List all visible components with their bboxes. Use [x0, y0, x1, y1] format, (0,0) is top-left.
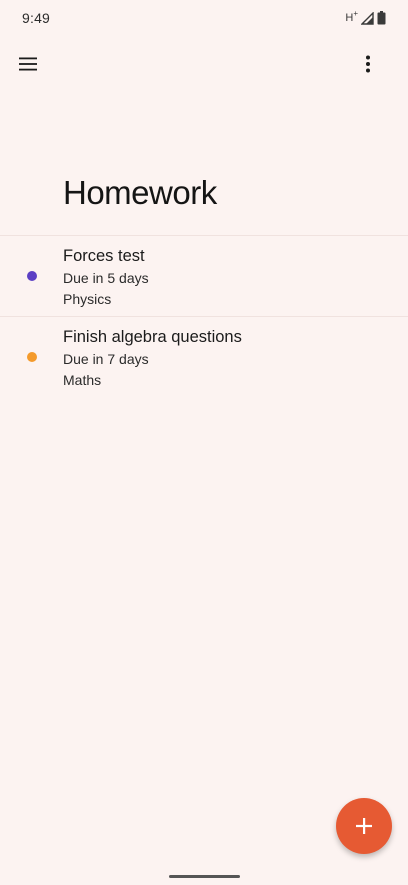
menu-button[interactable] [10, 46, 46, 82]
status-icons: H+ [345, 10, 386, 26]
task-title: Forces test [63, 247, 145, 265]
add-icon [356, 818, 372, 834]
more-options-button[interactable] [350, 46, 386, 82]
signal-icon [361, 11, 374, 25]
task-due: Due in 5 days [63, 270, 149, 286]
app-bar [0, 40, 408, 88]
task-item-finish-algebra-questions[interactable]: Finish algebra questions Due in 7 days M… [0, 317, 408, 397]
battery-icon [377, 11, 386, 25]
more-vert-icon [366, 55, 370, 73]
task-color-dot [27, 271, 37, 281]
hamburger-menu-icon [19, 57, 37, 71]
task-color-dot [27, 352, 37, 362]
gesture-navigation-bar[interactable] [169, 875, 240, 878]
task-subject: Physics [63, 291, 112, 307]
network-type: H+ [345, 10, 358, 26]
task-subject: Maths [63, 372, 102, 388]
network-type-suffix: + [353, 9, 358, 18]
add-task-button[interactable] [336, 798, 392, 854]
status-bar: 9:49 H+ [0, 0, 408, 36]
task-item-forces-test[interactable]: Forces test Due in 5 days Physics [0, 236, 408, 316]
page-title: Homework [63, 174, 217, 211]
task-list: Forces test Due in 5 days Physics Finish… [0, 235, 408, 397]
task-due: Due in 7 days [63, 351, 149, 367]
status-time: 9:49 [22, 10, 51, 26]
task-title: Finish algebra questions [63, 328, 242, 346]
